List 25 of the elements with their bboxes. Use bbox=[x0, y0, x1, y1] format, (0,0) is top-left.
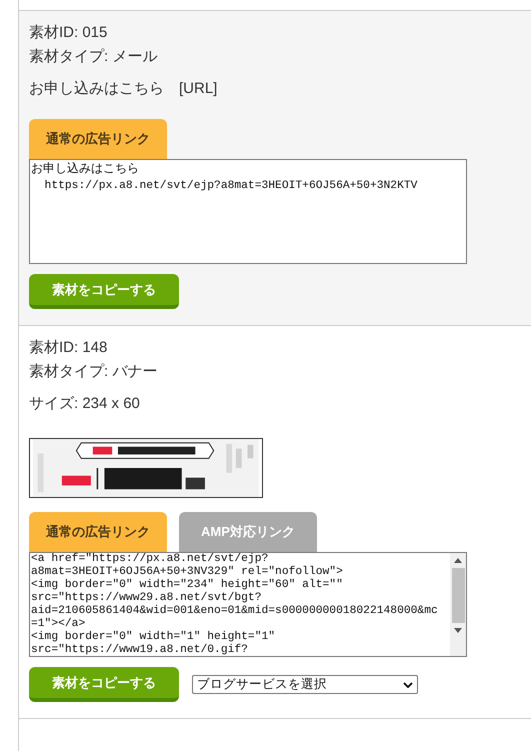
code-line: =1"></a> bbox=[31, 618, 86, 630]
material-detail: サイズ: 234 x 60 bbox=[29, 394, 141, 414]
material-type: 素材タイプ: バナー bbox=[29, 362, 158, 382]
blog-select[interactable]: ブログサービスを選択 bbox=[192, 675, 418, 694]
material-id: 素材ID: 015 bbox=[29, 23, 108, 43]
code-line: <img border="0" width="1" height="1" bbox=[31, 631, 276, 644]
code-line: <a href="https://px.a8.net/svt/ejp? bbox=[31, 553, 270, 566]
code-line: https://px.a8.net/svt/ejp?a8mat=3HEOIT+6OJ56A+50+3N2KTV bbox=[44, 180, 418, 193]
chevron-icon bbox=[403, 682, 413, 688]
code-line: a8mat=3HEOIT+6OJ56A+50+3NV329" rel="nofollow"> bbox=[31, 566, 344, 578]
material-type: 素材タイプ: メール bbox=[29, 47, 158, 67]
scrollbar[interactable] bbox=[450, 553, 466, 656]
link-tab[interactable]: 通常の広告リンク bbox=[29, 119, 167, 159]
code-line: aid=210605861404&wid=001&eno=01&mid=s00000000018022148000&mc bbox=[31, 605, 439, 618]
code-line: src="https://www29.a8.net/svt/bgt? bbox=[31, 592, 262, 604]
code-field[interactable]: お申し込みはこちら https://px.a8.net/svt/ejp?a8mat=3HEOIT+6OJ56A+50+3N2KTV bbox=[29, 159, 467, 264]
code-field[interactable] bbox=[29, 552, 467, 657]
scroll-up-icon[interactable] bbox=[454, 558, 462, 563]
material-id: 素材ID: 148 bbox=[29, 338, 108, 358]
link-tab[interactable]: 通常の広告リンク bbox=[29, 512, 167, 552]
code-line: src="https://www19.a8.net/0.gif? bbox=[31, 644, 249, 656]
material-detail: お申し込みはこちら [URL] bbox=[29, 79, 218, 99]
scroll-down-icon[interactable] bbox=[454, 628, 462, 633]
code-line: <img border="0" width="234" height="60" alt="" bbox=[31, 579, 344, 592]
code-line: お申し込みはこちら bbox=[31, 160, 140, 176]
